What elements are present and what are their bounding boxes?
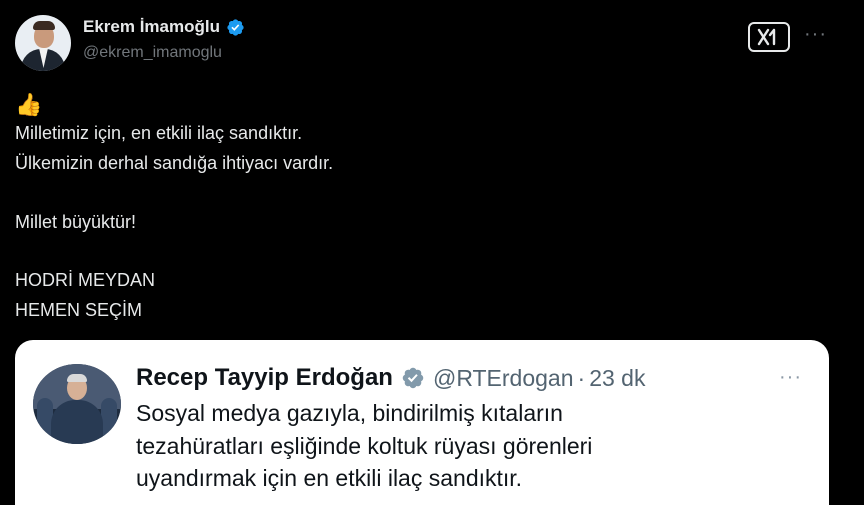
quoted-more-icon[interactable]: ··· [779,366,802,389]
author-display-name[interactable]: Ekrem İmamoğlu [83,17,220,37]
gray-verified-badge-icon [402,367,424,389]
grok-icon [757,28,776,46]
thumbs-up-icon: 👍 [15,92,43,117]
quoted-author-avatar[interactable] [33,364,121,444]
author-avatar[interactable] [15,15,71,71]
tweet-line [15,237,795,266]
grok-button[interactable] [748,22,790,52]
separator-dot: · [577,364,586,391]
tweet-text: 👍 Milletimiz için, en etkili ilaç sandık… [15,90,795,325]
tweet-line: Ülkemizin derhal sandığa ihtiyacı vardır… [15,152,334,173]
tweet-line: Milletimiz için, en etkili ilaç sandıktı… [15,123,303,144]
more-icon: ··· [804,23,827,45]
quoted-handle[interactable]: @RTErdogan [433,365,574,392]
quoted-line: Sosyal medya gazıyla, bindirilmiş kıtala… [136,400,563,426]
quoted-display-name[interactable]: Recep Tayyip Erdoğan [136,364,393,392]
author-name-row[interactable]: Ekrem İmamoğlu [83,17,245,37]
tweet: Ekrem İmamoğlu @ekrem_imamoglu ··· 👍 Mil… [0,0,864,505]
quoted-text: Sosyal medya gazıyla, bindirilmiş kıtala… [136,397,796,495]
quoted-header: Recep Tayyip Erdoğan @RTErdogan · 23 dk [136,364,645,392]
author-handle[interactable]: @ekrem_imamoglu [83,44,222,62]
tweet-line [15,178,795,207]
quoted-line: uyandırmak için en etkili ilaç sandıktır… [136,465,523,491]
tweet-line: HEMEN SEÇİM [15,299,143,320]
more-options-button[interactable]: ··· [804,24,827,44]
quoted-tweet[interactable]: Recep Tayyip Erdoğan @RTErdogan · 23 dk … [15,340,829,505]
verified-badge-icon [227,18,244,36]
quoted-timestamp[interactable]: 23 dk [589,365,645,392]
tweet-line: Millet büyüktür! [15,211,137,232]
quoted-line: tezahüratları eşliğinde koltuk rüyası gö… [136,432,593,459]
tweet-line: HODRİ MEYDAN [15,270,156,291]
